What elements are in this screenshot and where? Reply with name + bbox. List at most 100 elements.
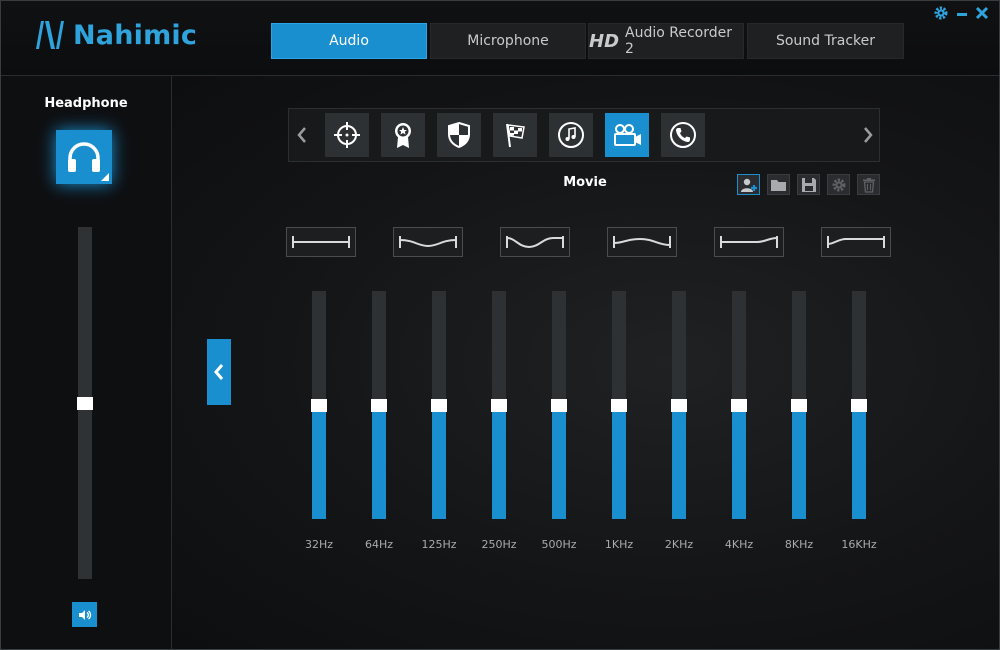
preset-crosshair[interactable] [325,113,369,157]
eq-band-thumb[interactable] [431,399,447,412]
tab-label: Audio [329,33,369,49]
eq-band-fill [672,399,686,519]
settings-gear-icon[interactable] [933,5,949,21]
eq-band-frequency-label: 16KHz [841,538,877,551]
shield-icon [448,121,470,149]
open-preset-button[interactable] [767,174,790,195]
preset-next-button[interactable] [857,122,879,148]
eq-band-slider[interactable] [671,291,687,519]
eq-band-frequency-label: 250Hz [481,538,517,551]
tab-label: Audio Recorder 2 [625,25,732,57]
preset-carousel [288,108,880,162]
award-badge-icon [395,123,411,148]
eq-band-thumb[interactable] [551,399,567,412]
chevron-left-icon [214,364,224,380]
speaker-icon [78,609,91,620]
preset-movie[interactable] [605,113,649,157]
chevron-left-icon [297,127,306,143]
tab-label: Microphone [467,33,549,49]
eq-band-thumb[interactable] [791,399,807,412]
trash-icon [862,177,875,193]
preset-shield[interactable] [437,113,481,157]
preset-settings-button[interactable] [827,174,850,195]
preset-name: Movie [563,175,607,190]
eq-curve-bass-cut[interactable] [607,227,677,257]
open-folder-icon [770,179,786,191]
preset-award[interactable] [381,113,425,157]
eq-band-thumb[interactable] [851,399,867,412]
headphone-icon [68,142,100,172]
eq-band-slider[interactable] [611,291,627,519]
eq-band-thumb[interactable] [611,399,627,412]
eq-band-fill [792,399,806,519]
logo: Nahimic [33,19,197,51]
add-profile-icon [740,178,757,192]
collapse-panel-button[interactable] [207,339,231,405]
master-volume-thumb[interactable] [77,397,93,410]
treble-cut-curve-icon [720,236,778,248]
eq-curve-treble-cut[interactable] [714,227,784,257]
eq-band-slider[interactable] [851,291,867,519]
eq-band-thumb[interactable] [671,399,687,412]
bass-cut-curve-icon [613,236,671,248]
eq-band-thumb[interactable] [371,399,387,412]
device-button[interactable] [56,130,112,184]
preset-phone[interactable] [661,113,705,157]
eq-band-slider[interactable] [491,291,507,519]
add-profile-button[interactable] [737,174,760,195]
eq-band-fill [732,399,746,519]
music-note-icon [558,122,584,148]
device-panel: Headphone [1,76,172,649]
crosshair-icon [334,122,360,148]
eq-band-slider[interactable] [311,291,327,519]
high-boost-curve-icon [827,236,885,248]
tab-sound-tracker[interactable]: Sound Tracker [747,23,904,59]
phone-icon [670,122,696,148]
eq-band-slider[interactable] [431,291,447,519]
eq-band-slider[interactable] [731,291,747,519]
eq-band-frequency-label: 32Hz [304,538,334,551]
eq-band-slider[interactable] [791,291,807,519]
delete-preset-button[interactable] [857,174,880,195]
master-volume-slider[interactable] [77,227,93,579]
minimize-icon[interactable] [955,5,969,21]
eq-band-thumb[interactable] [731,399,747,412]
preset-racing[interactable] [493,113,537,157]
eq-band-frequency-label: 2KHz [664,538,694,551]
preset-prev-button[interactable] [291,122,313,148]
eq-band-thumb[interactable] [491,399,507,412]
eq-band-frequency-label: 4KHz [724,538,754,551]
eq-band-frequency-label: 8KHz [784,538,814,551]
settings-icon [832,178,845,191]
save-preset-button[interactable] [797,174,820,195]
tab-audio-recorder[interactable]: HD Audio Recorder 2 [588,23,744,59]
eq-band-fill [612,399,626,519]
chevron-right-icon [864,127,873,143]
nahimic-logo-icon [36,21,64,49]
eq-band-slider[interactable] [551,291,567,519]
wave-curve-icon [506,236,564,249]
eq-band-frequency-label: 1KHz [604,538,634,551]
eq-band-fill [492,399,506,519]
eq-band-slider[interactable] [371,291,387,519]
eq-curve-flat[interactable] [286,227,356,257]
eq-curve-wave[interactable] [500,227,570,257]
smile-curve-icon [399,236,457,248]
eq-curve-smile[interactable] [393,227,463,257]
tab-microphone[interactable]: Microphone [430,23,586,59]
eq-curve-high-boost[interactable] [821,227,891,257]
window-controls [933,5,989,21]
mute-button[interactable] [72,602,97,627]
tab-label: Sound Tracker [775,33,876,49]
device-label: Headphone [44,96,128,111]
eq-band-fill [552,399,566,519]
preset-music[interactable] [549,113,593,157]
save-icon [801,177,816,192]
tab-audio[interactable]: Audio [271,23,427,59]
logo-text: Nahimic [73,19,198,51]
flat-curve-icon [292,236,350,248]
nahimic-window: Nahimic Audio Microphone HD Audio Record… [0,0,1000,650]
close-icon[interactable] [975,5,989,21]
eq-band-fill [372,399,386,519]
eq-band-thumb[interactable] [311,399,327,412]
